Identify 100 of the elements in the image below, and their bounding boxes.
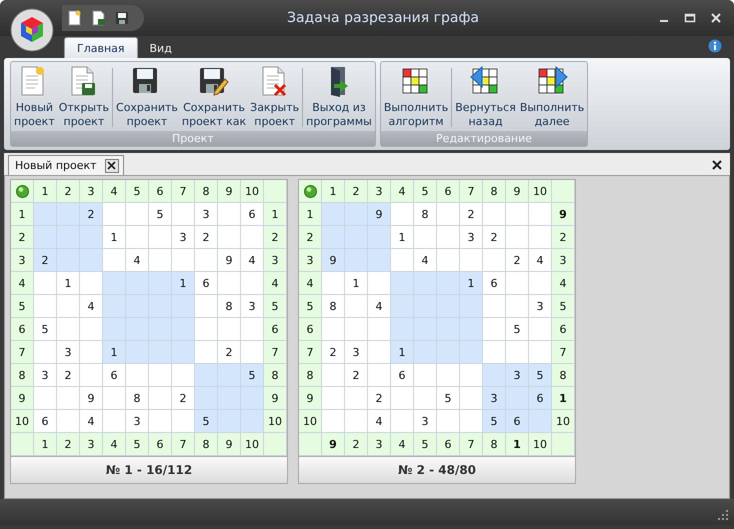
- grid-cell[interactable]: [34, 272, 57, 295]
- grid-cell[interactable]: [414, 387, 437, 410]
- grid-cell[interactable]: 3: [529, 295, 552, 318]
- grid-cell[interactable]: [241, 410, 264, 433]
- grid-cell[interactable]: [172, 318, 195, 341]
- grid-cell[interactable]: [483, 364, 506, 387]
- grid-cell[interactable]: 9: [80, 387, 103, 410]
- grid-cell[interactable]: 8: [414, 203, 437, 226]
- grid-cell[interactable]: [391, 249, 414, 272]
- grid-cell[interactable]: [506, 203, 529, 226]
- grid-cell[interactable]: 4: [529, 249, 552, 272]
- grid-cell[interactable]: 6: [529, 387, 552, 410]
- grid-cell[interactable]: 3: [57, 341, 80, 364]
- grid-cell[interactable]: [57, 387, 80, 410]
- grid-cell[interactable]: [218, 318, 241, 341]
- grid-cell[interactable]: [414, 272, 437, 295]
- resize-grip-icon[interactable]: [718, 510, 728, 520]
- grid-cell[interactable]: [368, 249, 391, 272]
- grid-cell[interactable]: [529, 203, 552, 226]
- ribbon-button[interactable]: Выполнить алгоритм: [382, 64, 450, 131]
- grid-cell[interactable]: 2: [172, 387, 195, 410]
- document-floppy-icon[interactable]: [90, 10, 106, 26]
- grid-cell[interactable]: [149, 410, 172, 433]
- grid-cell[interactable]: 8: [218, 295, 241, 318]
- grid-cell[interactable]: [529, 410, 552, 433]
- grid-cell[interactable]: [437, 295, 460, 318]
- grid-cell[interactable]: [460, 318, 483, 341]
- grid-cell[interactable]: [506, 226, 529, 249]
- grid-cell[interactable]: 5: [34, 318, 57, 341]
- grid-cell[interactable]: 4: [414, 249, 437, 272]
- new-document-icon[interactable]: [66, 10, 82, 26]
- ribbon-button[interactable]: Вернуться назад: [453, 64, 518, 131]
- grid-cell[interactable]: [57, 295, 80, 318]
- grid-cell[interactable]: [80, 226, 103, 249]
- grid-cell[interactable]: 5: [483, 410, 506, 433]
- grid-cell[interactable]: 2: [195, 226, 218, 249]
- grid-cell[interactable]: 3: [414, 410, 437, 433]
- grid-cell[interactable]: [437, 226, 460, 249]
- grid-cell[interactable]: [322, 387, 345, 410]
- grid-cell[interactable]: 2: [34, 249, 57, 272]
- grid-cell[interactable]: 6: [34, 410, 57, 433]
- grid-cell[interactable]: 3: [345, 341, 368, 364]
- grid-cell[interactable]: 2: [460, 203, 483, 226]
- grid-cell[interactable]: [34, 295, 57, 318]
- grid-cell[interactable]: [34, 341, 57, 364]
- grid-cell[interactable]: [34, 387, 57, 410]
- grid-cell[interactable]: 2: [218, 341, 241, 364]
- grid-cell[interactable]: 4: [80, 410, 103, 433]
- grid-cell[interactable]: [195, 364, 218, 387]
- grid-cell[interactable]: 9: [218, 249, 241, 272]
- grid-cell[interactable]: 4: [241, 249, 264, 272]
- grid-cell[interactable]: [437, 203, 460, 226]
- grid-cell[interactable]: [103, 272, 126, 295]
- document-tab[interactable]: Новый проект: [8, 155, 124, 175]
- grid-cell[interactable]: [149, 295, 172, 318]
- grid-cell[interactable]: [218, 364, 241, 387]
- grid-cell[interactable]: [460, 364, 483, 387]
- ribbon-button[interactable]: Сохранить проект: [114, 64, 180, 131]
- grid-cell[interactable]: [172, 410, 195, 433]
- grid-cell[interactable]: [414, 341, 437, 364]
- grid-cell[interactable]: [34, 226, 57, 249]
- app-logo-icon[interactable]: [10, 8, 54, 52]
- grid-cell[interactable]: [368, 226, 391, 249]
- grid-cell[interactable]: [126, 318, 149, 341]
- ribbon-button[interactable]: Открыть проект: [56, 64, 112, 131]
- ribbon-tab[interactable]: Вид: [138, 38, 184, 58]
- grid-cell[interactable]: [126, 364, 149, 387]
- grid-cell[interactable]: 6: [391, 364, 414, 387]
- grid-summary-button[interactable]: № 1 - 16/112: [11, 456, 287, 483]
- grid-cell[interactable]: [345, 295, 368, 318]
- grid-cell[interactable]: [103, 318, 126, 341]
- grid-cell[interactable]: 1: [172, 272, 195, 295]
- grid-cell[interactable]: [322, 410, 345, 433]
- ribbon-button[interactable]: Сохранить проект как: [180, 64, 248, 131]
- grid-cell[interactable]: [345, 410, 368, 433]
- grid-cell[interactable]: [529, 226, 552, 249]
- grid-cell[interactable]: [506, 341, 529, 364]
- grid-cell[interactable]: [414, 364, 437, 387]
- grid-cell[interactable]: [80, 272, 103, 295]
- grid-cell[interactable]: [149, 341, 172, 364]
- grid-cell[interactable]: [437, 249, 460, 272]
- grid-cell[interactable]: [391, 203, 414, 226]
- grid-cell[interactable]: 3: [195, 203, 218, 226]
- grid-cell[interactable]: 3: [241, 295, 264, 318]
- grid-cell[interactable]: [391, 318, 414, 341]
- grid-cell[interactable]: [483, 249, 506, 272]
- grid-cell[interactable]: 5: [437, 387, 460, 410]
- grid-cell[interactable]: [368, 272, 391, 295]
- grid-cell[interactable]: [103, 249, 126, 272]
- grid-cell[interactable]: [460, 249, 483, 272]
- grid-cell[interactable]: [126, 295, 149, 318]
- grid-cell[interactable]: [483, 203, 506, 226]
- grid-cell[interactable]: [368, 318, 391, 341]
- grid-cell[interactable]: [195, 341, 218, 364]
- grid-cell[interactable]: [57, 410, 80, 433]
- grid-cell[interactable]: [506, 272, 529, 295]
- grid-cell[interactable]: 6: [483, 272, 506, 295]
- grid-cell[interactable]: [345, 226, 368, 249]
- grid-cell[interactable]: [172, 203, 195, 226]
- grid-cell[interactable]: [414, 295, 437, 318]
